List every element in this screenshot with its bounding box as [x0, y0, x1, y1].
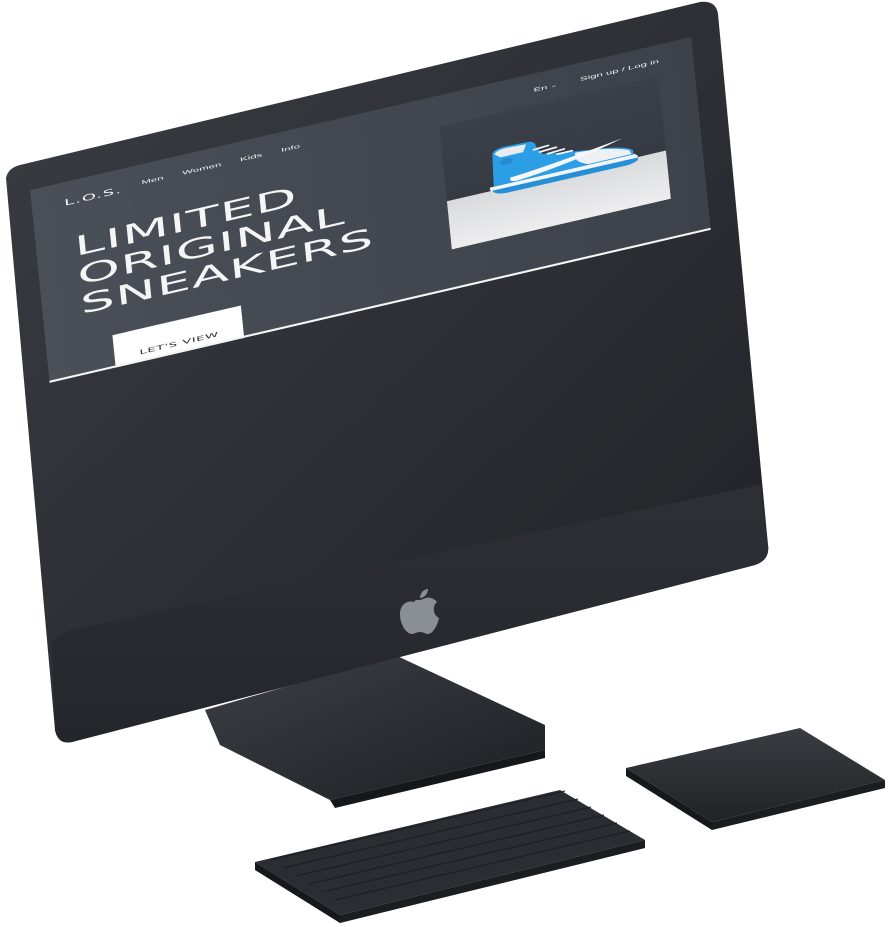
product-image-card[interactable] [439, 75, 671, 250]
keyboard [255, 790, 645, 923]
chevron-down-icon: ⌄ [550, 82, 558, 89]
nav-item-kids[interactable]: Kids [240, 152, 263, 163]
nav-item-info[interactable]: Info [281, 143, 301, 154]
nav-item-women[interactable]: Women [182, 161, 221, 176]
trackpad [626, 728, 885, 830]
site-logo[interactable]: L.O.S. [64, 185, 123, 208]
nav-item-men[interactable]: Men [141, 174, 164, 185]
language-label: En [533, 83, 548, 94]
device-scene: L.O.S. Men Women Kids Info En ⌄ Sign up … [0, 0, 888, 927]
language-selector[interactable]: En ⌄ [533, 81, 557, 93]
